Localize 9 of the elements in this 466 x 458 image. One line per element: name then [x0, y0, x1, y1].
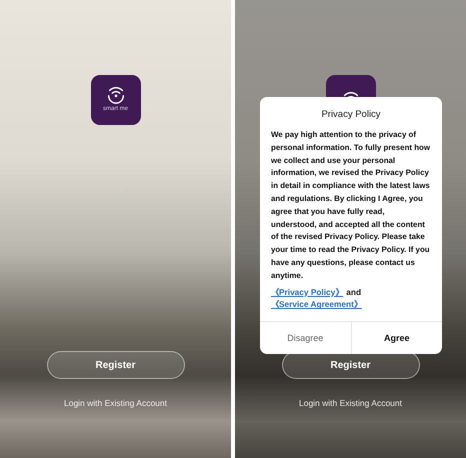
joiner-text: and [346, 286, 362, 297]
service-agreement-link[interactable]: 《Service Agreement》 [271, 298, 362, 312]
login-link[interactable]: Login with Existing Account [64, 398, 167, 408]
login-link[interactable]: Login with Existing Account [298, 398, 402, 408]
dialog-title: Privacy Policy [320, 109, 382, 120]
wifi-icon [108, 87, 124, 104]
register-button[interactable]: Register [46, 351, 184, 379]
agree-button[interactable]: Agree [350, 322, 442, 354]
privacy-policy-link[interactable]: 《Privacy Policy》 [271, 286, 344, 298]
